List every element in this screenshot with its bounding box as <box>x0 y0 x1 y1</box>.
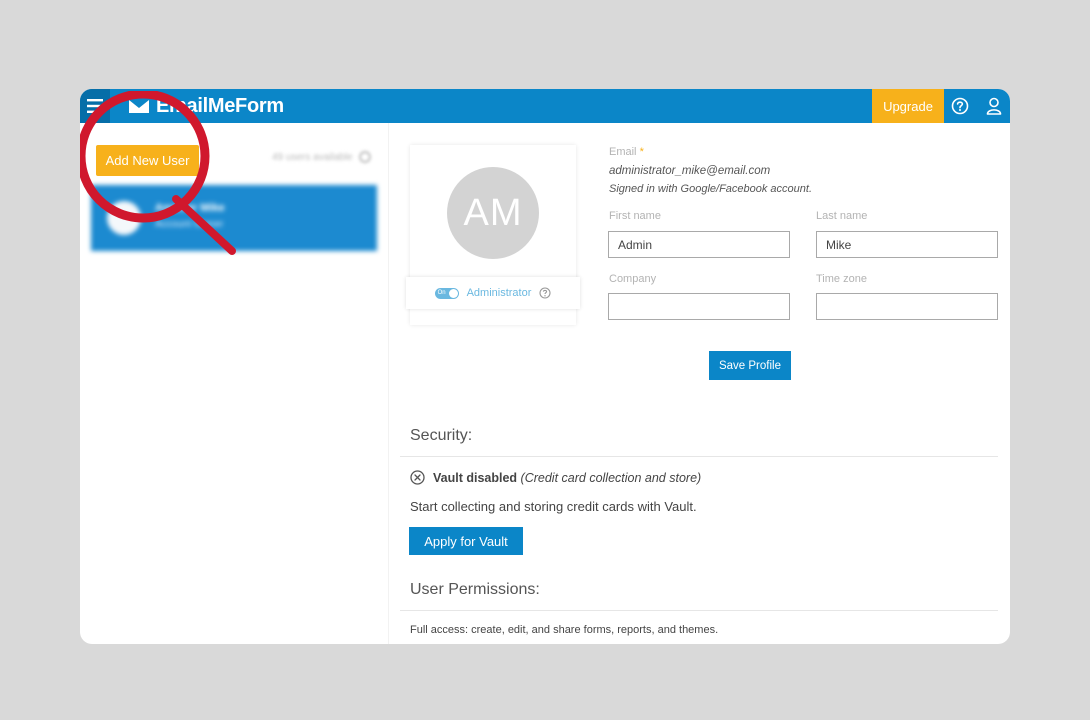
email-label: Email * <box>609 146 644 158</box>
time-zone-label: Time zone <box>816 273 867 285</box>
account-button[interactable] <box>978 89 1010 123</box>
email-value: administrator_mike@email.com <box>609 165 771 177</box>
last-name-label: Last name <box>816 210 868 222</box>
required-mark: * <box>639 146 644 158</box>
help-button[interactable] <box>944 89 976 123</box>
toggle-state-label: On <box>437 289 446 296</box>
time-zone-field[interactable] <box>816 293 998 320</box>
vault-status: Vault disabled (Credit card collection a… <box>410 470 701 485</box>
vault-status-note: (Credit card collection and store) <box>520 470 702 485</box>
avatar[interactable]: AM <box>447 167 539 259</box>
magnifier-highlight-icon <box>80 91 236 255</box>
sidebar-divider <box>388 123 389 644</box>
x-circle-icon <box>410 470 425 485</box>
first-name-label: First name <box>609 210 661 222</box>
permissions-description: Full access: create, edit, and share for… <box>410 624 719 636</box>
email-label-text: Email <box>609 146 637 158</box>
company-field[interactable] <box>608 293 790 320</box>
section-divider <box>400 610 998 611</box>
vault-status-label: Vault disabled <box>433 470 518 485</box>
administrator-label: Administrator <box>466 287 532 299</box>
users-available-count: 49 users available <box>272 151 371 163</box>
apply-for-vault-button[interactable]: Apply for Vault <box>409 527 523 555</box>
first-name-field[interactable] <box>608 231 790 258</box>
administrator-toggle-row: On Administrator <box>406 277 580 309</box>
section-divider <box>400 456 998 457</box>
app-window: EmailMeForm Upgrade Add New User 49 user… <box>80 89 1010 644</box>
save-profile-button[interactable]: Save Profile <box>709 351 791 380</box>
upgrade-button[interactable]: Upgrade <box>872 89 944 123</box>
signed-in-note: Signed in with Google/Facebook account. <box>609 183 813 195</box>
question-circle-icon <box>951 97 969 115</box>
user-permissions-heading: User Permissions: <box>410 581 540 598</box>
administrator-toggle[interactable]: On <box>434 287 459 299</box>
question-circle-icon <box>359 151 371 163</box>
users-available-label: 49 users available <box>272 151 353 163</box>
security-heading: Security: <box>410 427 473 444</box>
question-circle-icon[interactable] <box>539 287 551 299</box>
last-name-field[interactable] <box>816 231 998 258</box>
user-icon <box>986 97 1002 115</box>
company-label: Company <box>609 273 657 285</box>
vault-description: Start collecting and storing credit card… <box>410 499 697 514</box>
